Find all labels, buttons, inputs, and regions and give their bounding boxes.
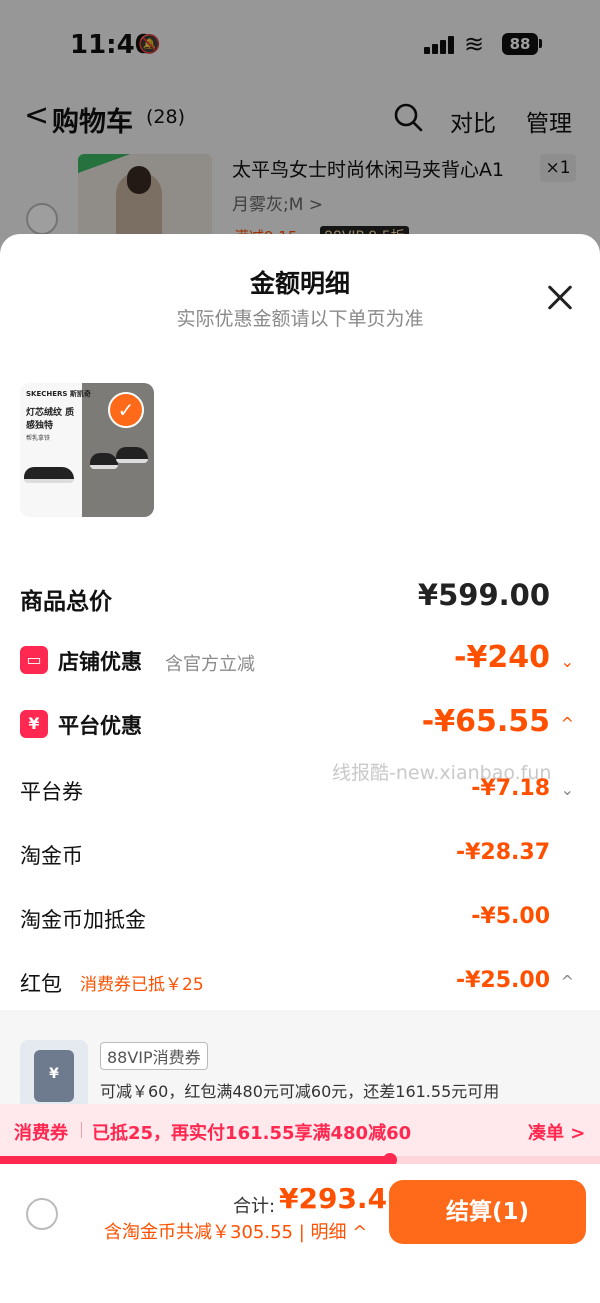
red-packet-note: 消费券已抵￥25	[80, 975, 204, 995]
platform-coupon-amount: -¥7.18	[471, 776, 550, 801]
row-coins-bonus: 淘金币加抵金 -¥5.00	[20, 900, 580, 936]
coins-bonus-amount: -¥5.00	[471, 904, 550, 929]
check-icon: ✓	[108, 392, 144, 428]
row-coins: 淘金币 -¥28.37	[20, 836, 580, 872]
select-all-checkbox[interactable]	[26, 1198, 58, 1230]
platform-discount-label: 平台优惠	[58, 714, 142, 738]
checkout-footer: 合计: ¥293.45 含淘金币共减￥305.55 | 明细 ^ 结算(1)	[0, 1164, 600, 1303]
row-platform-coupon[interactable]: 平台券 -¥7.18 ⌄	[20, 772, 580, 808]
store-icon: ▭	[20, 646, 48, 674]
promo-progress-fill	[0, 1156, 390, 1164]
platform-discount-amount: -¥65.55	[421, 704, 550, 739]
coins-bonus-label: 淘金币加抵金	[20, 908, 146, 932]
chevron-up-icon[interactable]: ^	[561, 714, 574, 733]
chevron-down-icon[interactable]: ⌄	[561, 780, 574, 799]
store-discount-amount: -¥240	[454, 640, 550, 675]
row-red-packet[interactable]: 红包 消费券已抵￥25 -¥25.00 ^	[20, 964, 580, 1000]
checkout-button[interactable]: 结算(1)	[389, 1180, 586, 1244]
product-subcaption: 帮乳拿铁	[26, 435, 51, 442]
total-label: 商品总价	[20, 589, 112, 615]
coupon-promo-bar[interactable]: 消费券 已抵25，再实付161.55享满480减60 凑单 >	[0, 1104, 600, 1156]
coupon-icon: ¥	[20, 1040, 88, 1110]
row-store-discount[interactable]: ▭ 店铺优惠 含官方立减 -¥240 ⌄	[20, 640, 580, 680]
sheet-title: 金额明细	[249, 269, 350, 298]
coins-label: 淘金币	[20, 844, 83, 868]
close-icon[interactable]	[540, 278, 580, 318]
sum-label: 合计:	[233, 1196, 276, 1217]
red-packet-label: 红包	[20, 972, 62, 996]
red-packet-amount: -¥25.00	[455, 968, 550, 993]
product-brand: SKECHERS 斯凯奇	[26, 390, 91, 398]
sheet-subtitle: 实际优惠金额请以下单页为准	[176, 308, 424, 330]
coins-amount: -¥28.37	[455, 840, 550, 865]
promo-label: 消费券	[14, 1123, 68, 1144]
product-caption: 灯芯绒纹 质感独特	[26, 408, 75, 431]
sum-amount: ¥293.45	[279, 1182, 407, 1215]
coupon-description: 可减￥60，红包满480元可减60元，还差161.55元可用	[100, 1082, 500, 1101]
chevron-down-icon[interactable]: ⌄	[561, 652, 574, 671]
store-discount-note: 含官方立减	[165, 654, 255, 675]
add-items-link[interactable]: 凑单 >	[528, 1119, 585, 1145]
promo-divider	[81, 1122, 82, 1138]
store-discount-label: 店铺优惠	[58, 650, 142, 674]
platform-icon: ¥	[20, 710, 48, 738]
platform-coupon-label: 平台券	[20, 780, 83, 804]
promo-text: 已抵25，再实付161.55享满480减60	[92, 1123, 412, 1144]
total-amount: ¥599.00	[417, 578, 550, 612]
row-platform-discount[interactable]: ¥ 平台优惠 -¥65.55 ^	[20, 704, 580, 744]
chevron-up-icon[interactable]: ^	[561, 972, 574, 991]
promo-progress-bar	[0, 1153, 600, 1167]
row-total: 商品总价 ¥599.00	[20, 578, 580, 618]
coupon-card[interactable]: ¥ 88VIP消费券 可减￥60，红包满480元可减60元，还差161.55元可…	[0, 1010, 600, 1110]
discount-detail-link[interactable]: 含淘金币共减￥305.55 | 明细 ^	[104, 1218, 367, 1244]
coupon-tag: 88VIP消费券	[100, 1042, 208, 1070]
